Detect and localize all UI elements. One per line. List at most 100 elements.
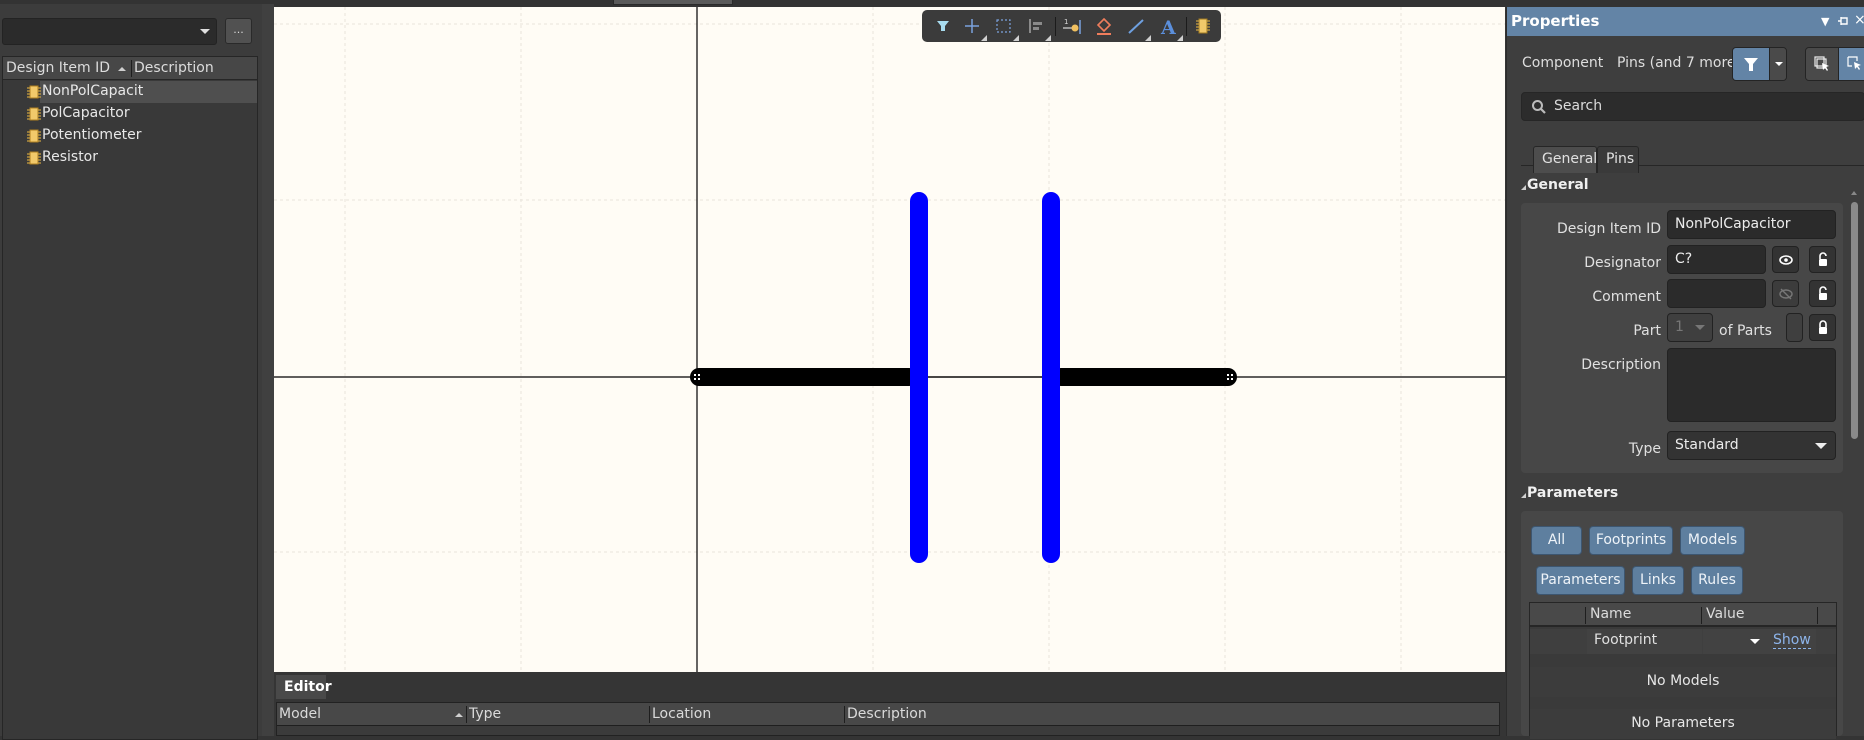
move-button[interactable] xyxy=(959,14,987,41)
column-header-description[interactable]: Description xyxy=(847,706,927,722)
browse-library-button[interactable]: ... xyxy=(225,18,252,44)
column-header-location[interactable]: Location xyxy=(652,706,711,722)
filter-models-button[interactable]: Models xyxy=(1680,526,1745,555)
column-separator[interactable] xyxy=(466,706,467,723)
model-table: Model Type Location Description xyxy=(276,702,1500,736)
select-overlapped-button[interactable] xyxy=(1806,48,1838,80)
svg-text:1: 1 xyxy=(1064,18,1068,26)
part-select[interactable]: 1 xyxy=(1667,313,1713,342)
grid xyxy=(274,7,1505,672)
show-link[interactable]: Show xyxy=(1773,632,1811,649)
document-tab[interactable] xyxy=(613,0,733,5)
component-icon xyxy=(27,151,41,165)
pin-2[interactable] xyxy=(1052,368,1237,386)
comment-input[interactable] xyxy=(1667,279,1766,308)
column-header-design-item-id[interactable]: Design Item ID xyxy=(6,60,110,76)
pin-panel-icon[interactable] xyxy=(1837,15,1849,30)
toolbar-separator xyxy=(1055,17,1056,36)
component-name: Resistor xyxy=(42,149,98,165)
panel-menu-icon[interactable]: ▼ xyxy=(1821,15,1829,28)
column-header-value[interactable]: Value xyxy=(1706,606,1744,622)
place-shape-button[interactable] xyxy=(1091,14,1117,38)
filter-dropdown[interactable] xyxy=(1769,48,1786,80)
unlock-icon xyxy=(1819,252,1827,266)
column-separator[interactable] xyxy=(1701,607,1702,624)
schematic-canvas[interactable] xyxy=(274,7,1505,672)
library-select[interactable] xyxy=(2,18,217,45)
section-title-general[interactable]: General xyxy=(1527,177,1589,193)
column-separator[interactable] xyxy=(844,706,845,723)
type-select[interactable]: Standard xyxy=(1667,431,1836,460)
general-section: Design Item ID NonPolCapacitor Designato… xyxy=(1521,203,1843,473)
scroll-up-icon[interactable] xyxy=(1851,191,1857,195)
column-separator[interactable] xyxy=(1817,607,1818,624)
designator-lock-button[interactable] xyxy=(1809,246,1836,273)
place-line-button[interactable] xyxy=(1123,14,1151,41)
pin-1[interactable] xyxy=(690,368,918,386)
close-icon[interactable]: × xyxy=(1854,12,1864,28)
filter-toggle[interactable] xyxy=(1733,48,1769,80)
design-item-id-input[interactable]: NonPolCapacitor xyxy=(1667,210,1836,239)
select-next-button[interactable] xyxy=(1838,48,1864,80)
panel-splitter[interactable] xyxy=(262,4,274,736)
filter-button[interactable] xyxy=(930,14,956,38)
type-label: Type xyxy=(1628,441,1661,457)
library-panel: ... Design Item ID Description NonPolCap… xyxy=(0,4,268,740)
dropdown-indicator xyxy=(1045,35,1051,41)
section-title-parameters[interactable]: Parameters xyxy=(1527,485,1618,501)
component-row[interactable]: Resistor xyxy=(3,147,257,169)
component-row[interactable]: PolCapacitor xyxy=(3,103,257,125)
place-text-button[interactable]: A xyxy=(1155,14,1183,41)
scrollbar-thumb[interactable] xyxy=(1851,202,1858,439)
filter-all-button[interactable]: All xyxy=(1531,526,1582,555)
no-models-message: No Models xyxy=(1530,667,1836,697)
component-icon xyxy=(27,85,41,99)
align-button[interactable] xyxy=(1023,14,1051,41)
collapse-triangle-icon[interactable] xyxy=(1521,493,1526,498)
column-separator[interactable] xyxy=(649,706,650,723)
filter-footprints-button[interactable]: Footprints xyxy=(1589,526,1673,555)
tab-pins[interactable]: Pins xyxy=(1597,146,1639,173)
add-part-button[interactable] xyxy=(1190,14,1216,38)
selection-filter-button[interactable] xyxy=(1732,47,1787,81)
column-header-description[interactable]: Description xyxy=(134,60,214,76)
component-row[interactable]: Potentiometer xyxy=(3,125,257,147)
designator-input[interactable]: C? xyxy=(1667,245,1766,274)
tab-general[interactable]: General xyxy=(1533,146,1597,173)
place-pin-button[interactable]: 1 xyxy=(1059,14,1085,38)
parameters-table-row[interactable]: Footprint Show xyxy=(1530,629,1836,654)
no-parameters-message: No Parameters xyxy=(1530,709,1836,739)
column-header-name[interactable]: Name xyxy=(1590,606,1631,622)
model-table-header: Model Type Location Description xyxy=(277,703,1499,726)
component-list: Design Item ID Description NonPolCapacit… xyxy=(2,56,258,740)
parameter-name: Footprint xyxy=(1594,632,1658,648)
column-separator[interactable] xyxy=(1585,607,1586,624)
component-name: NonPolCapacit xyxy=(42,83,144,99)
selection-filter-summary: Pins (and 7 more) xyxy=(1617,55,1741,71)
dropdown-indicator xyxy=(981,35,987,41)
tab-editor[interactable]: Editor xyxy=(276,675,332,699)
designator-visibility-button[interactable] xyxy=(1772,246,1799,273)
part-lock-button[interactable] xyxy=(1809,314,1836,341)
capacitor-plate-right[interactable] xyxy=(1042,192,1060,563)
capacitor-plate-left[interactable] xyxy=(910,192,928,563)
comment-lock-button[interactable] xyxy=(1809,280,1836,307)
column-header-model[interactable]: Model xyxy=(279,706,321,722)
filter-rules-button[interactable]: Rules xyxy=(1691,566,1743,595)
component-list-header: Design Item ID Description xyxy=(3,57,257,80)
panel-title: Properties xyxy=(1511,12,1600,30)
properties-search-input[interactable]: Search xyxy=(1521,92,1864,121)
comment-visibility-button[interactable] xyxy=(1772,280,1799,307)
column-header-type[interactable]: Type xyxy=(469,706,501,722)
select-button[interactable] xyxy=(991,14,1019,41)
chevron-down-icon[interactable] xyxy=(1750,639,1760,645)
component-row[interactable]: NonPolCapacit xyxy=(3,81,257,103)
description-textarea[interactable] xyxy=(1667,348,1836,422)
column-separator[interactable] xyxy=(131,60,132,77)
filter-parameters-button[interactable]: Parameters xyxy=(1536,566,1625,595)
collapse-triangle-icon[interactable] xyxy=(1521,185,1526,190)
design-item-id-label: Design Item ID xyxy=(1556,221,1661,237)
filter-links-button[interactable]: Links xyxy=(1632,566,1684,595)
chevron-down-icon xyxy=(200,29,210,34)
properties-tabs: General Pins xyxy=(1521,138,1864,173)
